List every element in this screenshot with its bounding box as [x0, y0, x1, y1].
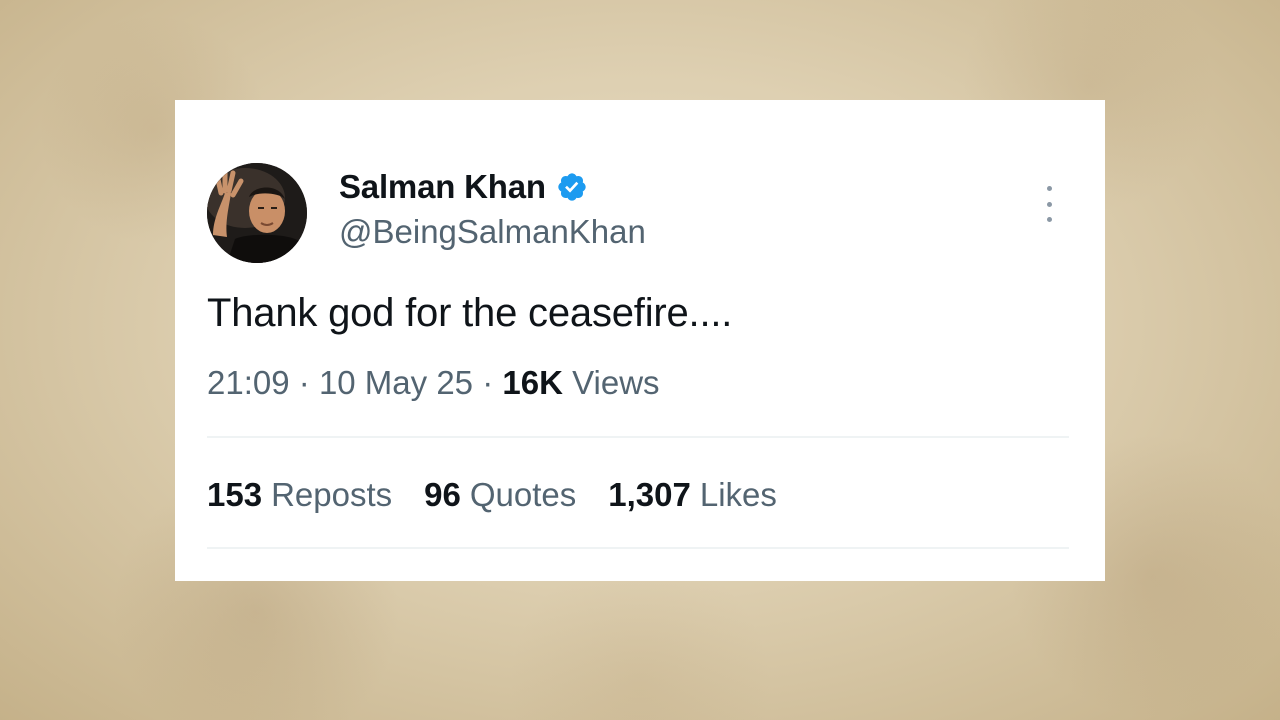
- tweet-date[interactable]: 10 May 25: [319, 364, 473, 401]
- more-dot: [1046, 186, 1052, 191]
- divider: [207, 436, 1069, 438]
- verified-badge-icon: [558, 173, 586, 201]
- reposts-stat[interactable]: 153 Reposts: [207, 476, 392, 514]
- likes-label: Likes: [699, 476, 777, 513]
- views-count: 16K: [502, 364, 563, 401]
- tweet-time[interactable]: 21:09: [207, 364, 290, 401]
- reposts-label: Reposts: [271, 476, 393, 513]
- author-handle[interactable]: @BeingSalmanKhan: [339, 213, 646, 251]
- author-row: Salman Khan: [339, 168, 588, 206]
- likes-stat[interactable]: 1,307 Likes: [608, 476, 777, 514]
- engagement-stats: 153 Reposts 96 Quotes 1,307 Likes: [207, 476, 777, 514]
- more-dot: [1046, 201, 1052, 207]
- meta-separator: ·: [298, 364, 319, 401]
- divider: [207, 547, 1069, 549]
- more-vertical-icon[interactable]: [1036, 186, 1062, 222]
- display-name[interactable]: Salman Khan: [339, 168, 546, 206]
- views-label: Views: [572, 364, 660, 401]
- quotes-stat[interactable]: 96 Quotes: [424, 476, 576, 514]
- likes-count: 1,307: [608, 476, 691, 513]
- more-dot: [1046, 217, 1052, 222]
- quotes-label: Quotes: [469, 476, 577, 513]
- tweet-meta: 21:09 · 10 May 25 · 16K Views: [207, 364, 660, 402]
- avatar[interactable]: [207, 163, 307, 263]
- tweet-text: Thank god for the ceasefire....: [207, 291, 733, 335]
- quotes-count: 96: [424, 476, 461, 513]
- meta-separator: ·: [482, 364, 503, 401]
- avatar-image: [207, 163, 307, 263]
- reposts-count: 153: [207, 476, 263, 513]
